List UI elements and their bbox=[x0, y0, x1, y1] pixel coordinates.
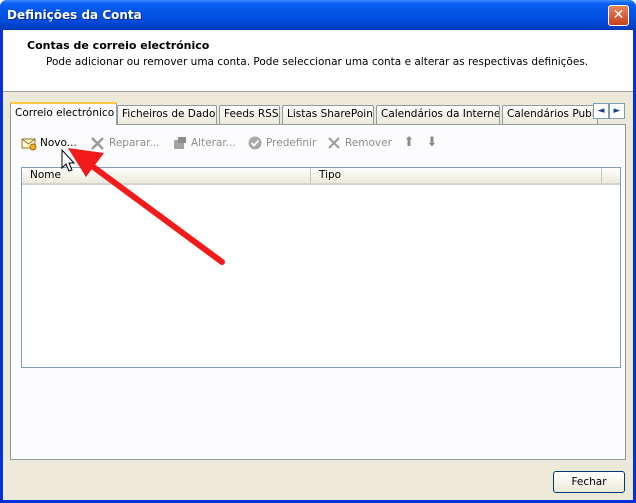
move-down-button[interactable]: ⬇ bbox=[424, 133, 440, 153]
tab-published-calendars[interactable]: Calendários Publicados bbox=[502, 105, 598, 124]
change-account-label: Alterar... bbox=[191, 137, 236, 149]
header-panel: Contas de correio electrónico Pode adici… bbox=[3, 30, 633, 92]
window-title: Definições da Conta bbox=[7, 8, 142, 22]
remove-account-label: Remover bbox=[345, 137, 392, 149]
mail-envelope-icon bbox=[21, 135, 37, 151]
page-description: Pode adicionar ou remover uma conta. Pod… bbox=[46, 56, 589, 68]
set-default-button[interactable]: Predefinir bbox=[247, 133, 316, 153]
list-header: Nome Tipo bbox=[22, 168, 620, 185]
arrow-down-icon: ⬇ bbox=[426, 135, 438, 150]
tab-sharepoint-lists[interactable]: Listas SharePoint bbox=[282, 105, 374, 124]
account-toolbar: Novo... Reparar... Alterar... Predefinir… bbox=[21, 133, 621, 153]
tab-data-files[interactable]: Ficheiros de Dados bbox=[117, 105, 217, 124]
account-icon bbox=[172, 135, 188, 151]
dialog-window: Definições da Conta ✕ Contas de correio … bbox=[0, 0, 636, 503]
column-header-name[interactable]: Nome bbox=[22, 168, 311, 183]
account-list[interactable]: Nome Tipo bbox=[21, 167, 621, 368]
tools-icon bbox=[90, 135, 106, 151]
x-icon bbox=[326, 135, 342, 151]
close-window-button[interactable]: ✕ bbox=[608, 5, 629, 26]
new-account-label: Novo... bbox=[40, 137, 77, 149]
repair-account-button[interactable]: Reparar... bbox=[90, 133, 160, 153]
tab-strip: Correio electrónico Ficheiros de Dados F… bbox=[10, 102, 626, 125]
new-account-button[interactable]: Novo... bbox=[21, 133, 77, 153]
dialog-client-area: Contas de correio electrónico Pode adici… bbox=[3, 30, 633, 500]
set-default-label: Predefinir bbox=[266, 137, 317, 149]
checkmark-circle-icon bbox=[247, 135, 263, 151]
tab-scroll-left-button[interactable]: ◄ bbox=[593, 103, 609, 119]
arrow-up-icon: ⬆ bbox=[403, 135, 415, 150]
change-account-button[interactable]: Alterar... bbox=[172, 133, 236, 153]
title-bar[interactable]: Definições da Conta ✕ bbox=[0, 0, 636, 30]
close-button[interactable]: Fechar bbox=[553, 471, 625, 493]
tab-email[interactable]: Correio electrónico bbox=[10, 102, 117, 125]
tab-rss-feeds[interactable]: Feeds RSS bbox=[219, 105, 280, 124]
repair-account-label: Reparar... bbox=[109, 137, 160, 149]
remove-account-button[interactable]: Remover bbox=[326, 133, 392, 153]
tab-scroll-buttons: ◄ ► bbox=[593, 103, 625, 119]
tab-panel-email: Novo... Reparar... Alterar... Predefinir… bbox=[10, 124, 626, 460]
page-title: Contas de correio electrónico bbox=[27, 39, 210, 52]
column-header-type[interactable]: Tipo bbox=[311, 168, 602, 183]
tab-internet-calendars[interactable]: Calendários da Internet bbox=[376, 105, 500, 124]
move-up-button[interactable]: ⬆ bbox=[401, 133, 417, 153]
tab-scroll-right-button[interactable]: ► bbox=[609, 103, 625, 119]
